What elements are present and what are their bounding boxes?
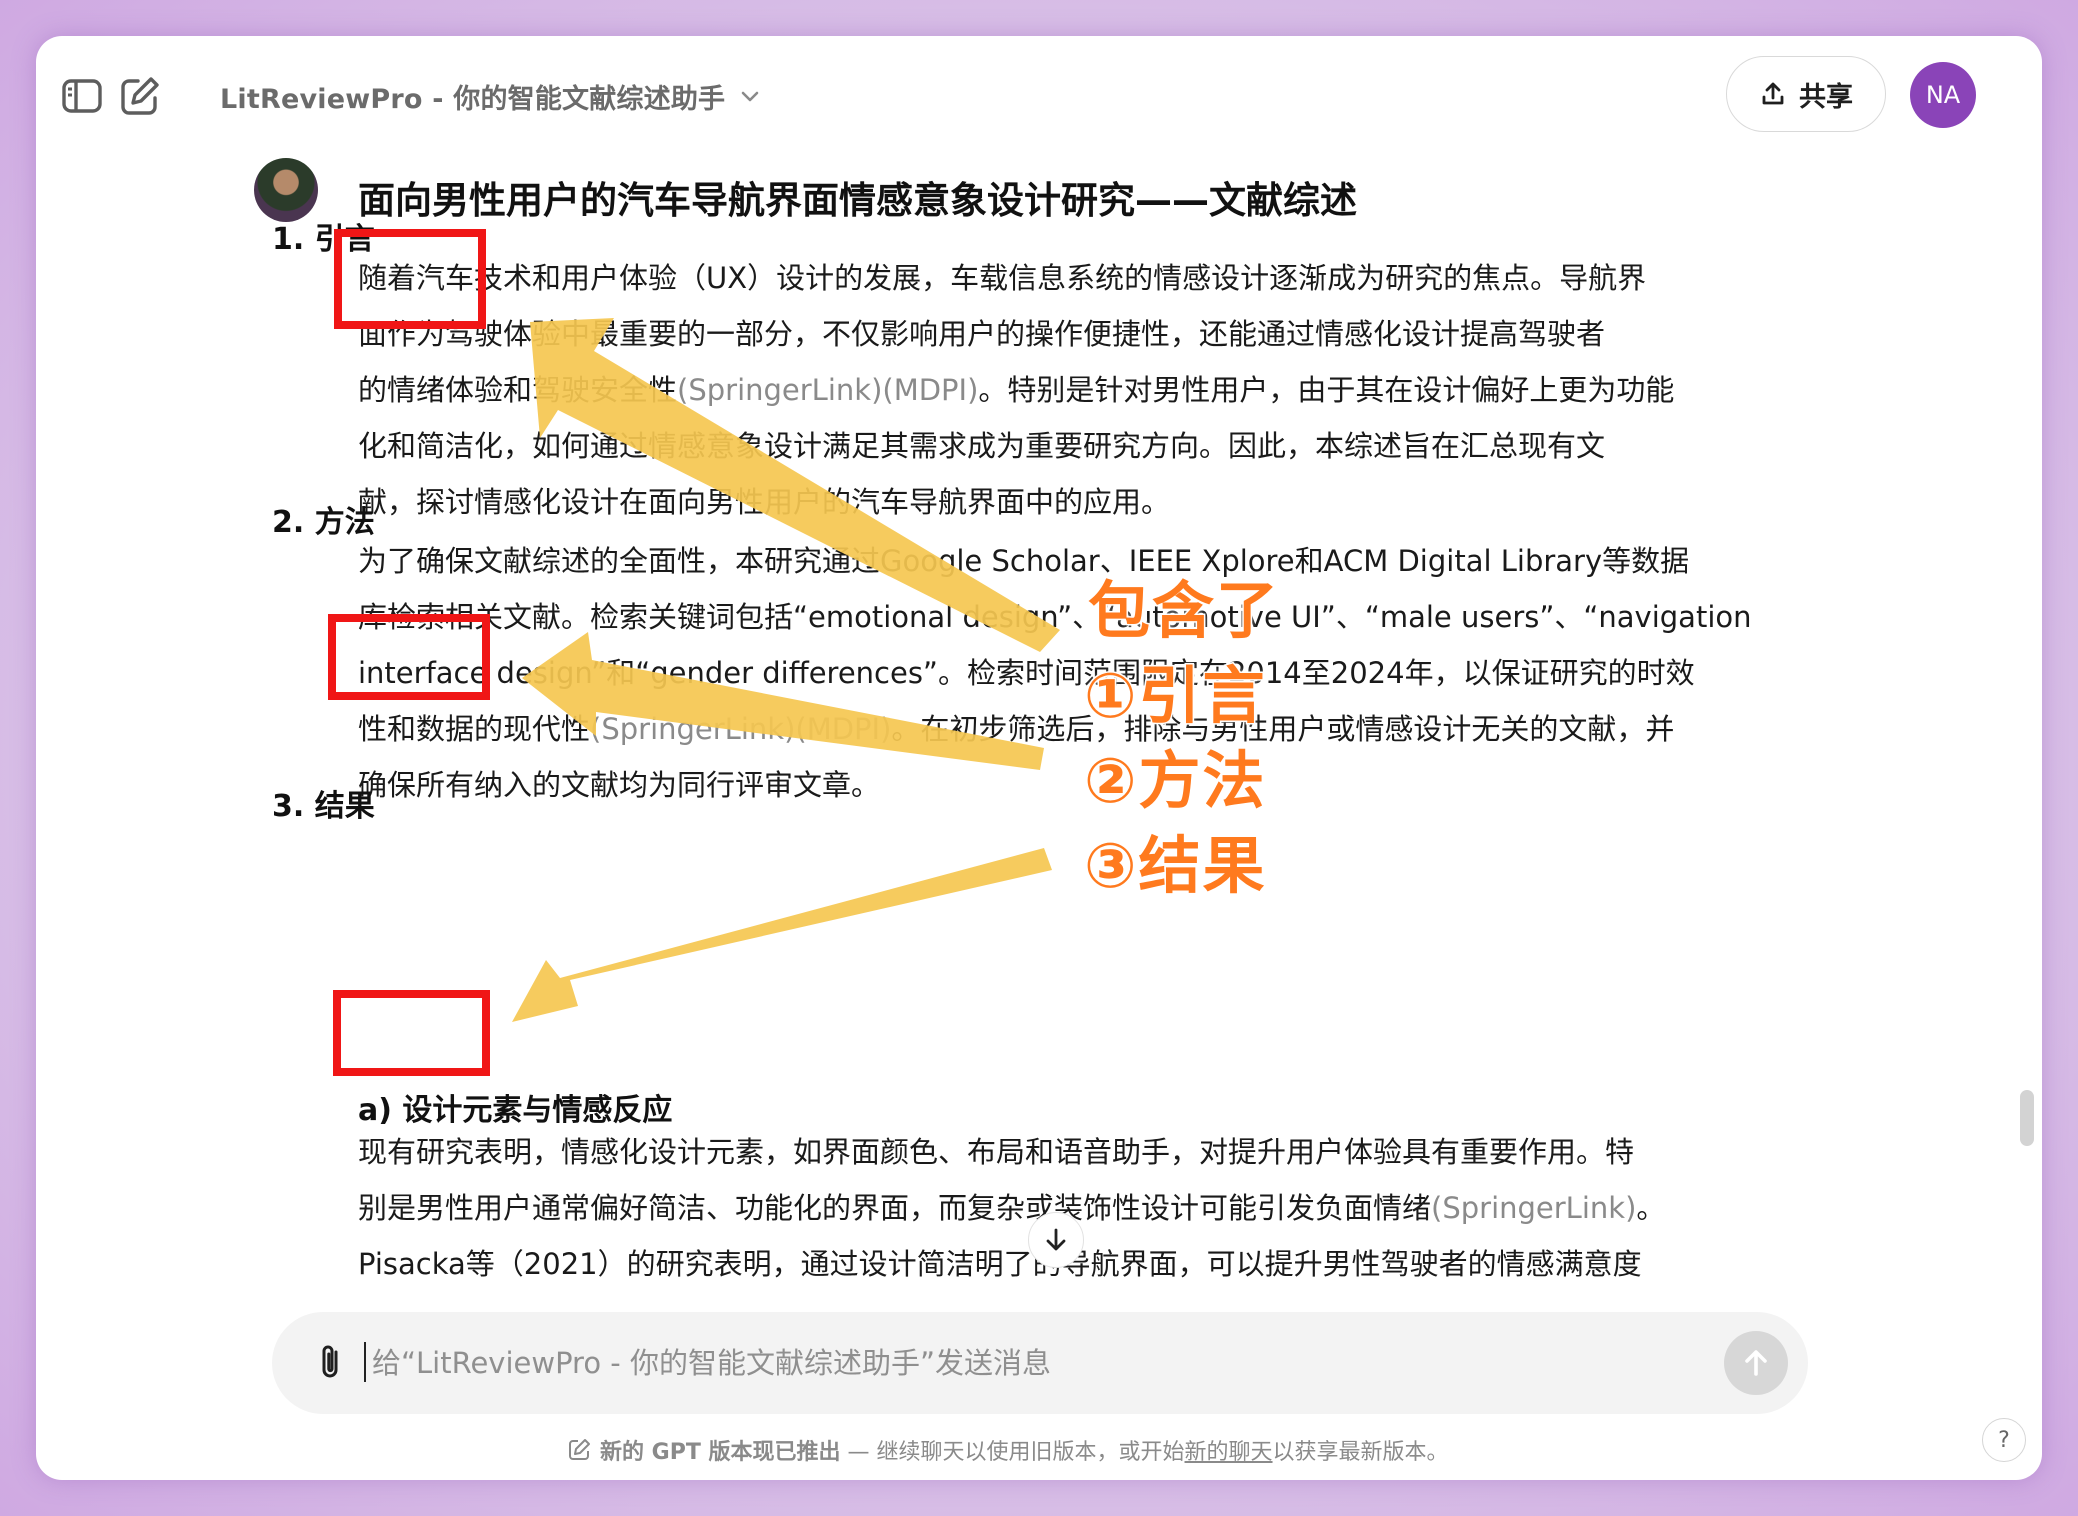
line-text: 。特别是针对男性用户，由于其在设计偏好上更为功能 [978, 373, 1675, 407]
scrollbar-thumb[interactable] [2020, 1090, 2034, 1146]
paragraph-line: 性和数据的现代性(SpringerLink)(MDPI)。在初步筛选后，排除与男… [358, 701, 1848, 757]
new-chat-icon[interactable] [116, 72, 164, 120]
send-button[interactable] [1724, 1331, 1788, 1395]
line-text: 性和数据的现代性 [358, 712, 591, 746]
line-text: 。在初步筛选后，排除与男性用户或情感设计无关的文献，并 [891, 712, 1675, 746]
share-icon [1762, 82, 1784, 105]
section-body-intro: 随着汽车技术和用户体验（UX）设计的发展，车载信息系统的情感设计逐渐成为研究的焦… [358, 250, 1848, 530]
share-button[interactable]: 共享 [1726, 56, 1886, 132]
account-avatar[interactable]: NA [1910, 62, 1976, 128]
paragraph-line: Pisacka等（2021）的研究表明，通过设计简洁明了的导航界面，可以提升男性… [358, 1247, 1642, 1281]
chevron-down-icon [741, 91, 759, 102]
paragraph-line: 现有研究表明，情感化设计元素，如界面颜色、布局和语音助手，对提升用户体验具有重要… [358, 1135, 1635, 1169]
message-composer [272, 1312, 1808, 1414]
footer-text-end: 以获享最新版本。 [1272, 1440, 1449, 1465]
line-text: 的情绪体验和驾驶安全性 [358, 373, 678, 407]
footer-bold: 新的 GPT 版本现已推出 [600, 1440, 841, 1465]
footer-text: — 继续聊天以使用旧版本，或开始 [840, 1440, 1185, 1465]
citation-link[interactable]: (SpringerLink) [1431, 1191, 1636, 1225]
line-text: 。 [1636, 1191, 1666, 1225]
scroll-to-bottom-button[interactable] [1028, 1212, 1084, 1268]
subsection-heading: a) 设计元素与情感反应 [358, 1093, 673, 1128]
paragraph-line: 随着汽车技术和用户体验（UX）设计的发展，车载信息系统的情感设计逐渐成为研究的焦… [358, 261, 1647, 295]
top-bar: LitReviewPro - 你的智能文献综述助手 共享 NA [36, 36, 2042, 156]
model-selector[interactable]: LitReviewPro - 你的智能文献综述助手 [220, 74, 761, 118]
arrow-down-icon [1046, 1228, 1066, 1251]
section-body-results: 现有研究表明，情感化设计元素，如界面颜色、布局和语音助手，对提升用户体验具有重要… [358, 1124, 1848, 1292]
new-chat-link[interactable]: 新的聊天 [1185, 1440, 1273, 1465]
paperclip-icon[interactable] [308, 1340, 354, 1386]
section-body-method: 为了确保文献综述的全面性，本研究通过Google Scholar、IEEE Xp… [358, 533, 1848, 813]
paragraph-line: interface design”和“gender differences”。检… [358, 656, 1695, 690]
arrow-up-icon [1745, 1350, 1767, 1376]
citation-link[interactable]: (SpringerLink)(MDPI) [590, 712, 891, 746]
gpt-avatar [254, 158, 318, 222]
paragraph-line: 面作为驾驶体验中最重要的一部分，不仅影响用户的操作便捷性，还能通过情感化设计提高… [358, 317, 1606, 351]
paragraph-line: 库检索相关文献。检索关键词包括“emotional design”、“autom… [358, 600, 1752, 634]
help-button[interactable]: ? [1982, 1418, 2026, 1462]
share-label: 共享 [1799, 81, 1853, 113]
footer-notice: 新的 GPT 版本现已推出 — 继续聊天以使用旧版本，或开始新的聊天以获享最新版… [566, 1430, 1449, 1470]
response-title: 面向男性用户的汽车导航界面情感意象设计研究——文献综述 [358, 179, 1357, 222]
sidebar-toggle-icon[interactable] [58, 72, 106, 120]
message-input[interactable] [372, 1332, 1652, 1394]
gpt-title: LitReviewPro - 你的智能文献综述助手 [220, 83, 726, 115]
paragraph-line: 确保所有纳入的文献均为同行评审文章。 [358, 768, 881, 802]
section-heading-results: 3. 结果 [272, 789, 375, 824]
chat-window: LitReviewPro - 你的智能文献综述助手 共享 NA 面向男性用户的汽… [36, 36, 2042, 1480]
text-caret [364, 1342, 366, 1382]
new-chat-small-icon [569, 1439, 590, 1460]
line-text: 别是男性用户通常偏好简洁、功能化的界面，而复杂或装饰性设计可能引发负面情绪 [358, 1191, 1432, 1225]
paragraph-line: 别是男性用户通常偏好简洁、功能化的界面，而复杂或装饰性设计可能引发负面情绪(Sp… [358, 1180, 1848, 1236]
paragraph-line: 的情绪体验和驾驶安全性(SpringerLink)(MDPI)。特别是针对男性用… [358, 362, 1848, 418]
citation-link[interactable]: (SpringerLink)(MDPI) [677, 373, 978, 407]
paragraph-line: 化和简洁化，如何通过情感意象设计满足其需求成为重要研究方向。因此，本综述旨在汇总… [358, 429, 1606, 463]
paragraph-line: 为了确保文献综述的全面性，本研究通过Google Scholar、IEEE Xp… [358, 544, 1690, 578]
paragraph-line: 献，探讨情感化设计在面向男性用户的汽车导航界面中的应用。 [358, 485, 1171, 519]
